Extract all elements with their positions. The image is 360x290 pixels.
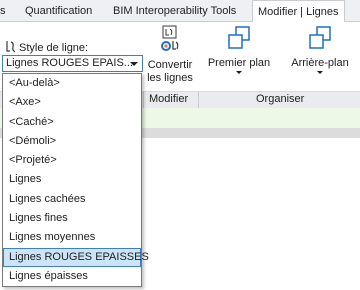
panel-divider	[198, 92, 199, 108]
option-projete[interactable]: <Projeté>	[3, 151, 141, 170]
send-to-back-label: Arrière-plan	[291, 57, 349, 69]
bring-to-front-label: Premier plan	[207, 57, 271, 69]
line-style-label: Style de ligne:	[5, 40, 88, 56]
option-lignes-fines[interactable]: Lignes fines	[3, 209, 141, 228]
ribbon-tab-bar: s Quantification BIM Interoperability To…	[0, 0, 360, 23]
chevron-down-icon[interactable]	[130, 62, 138, 66]
option-lignes-cachees[interactable]: Lignes cachées	[3, 190, 141, 209]
option-demoli[interactable]: <Démoli>	[3, 132, 141, 151]
send-to-back-icon	[287, 25, 353, 57]
convert-lines-button[interactable]: Convertir les lignes	[147, 25, 193, 85]
panel-divider	[143, 92, 144, 108]
chevron-down-icon[interactable]	[236, 71, 242, 74]
option-lignes-rouges-epaisses[interactable]: Lignes ROUGES EPAISSES	[3, 247, 149, 267]
line-style-dropdown[interactable]: Lignes ROUGES EPAIS...	[2, 55, 143, 72]
option-axe[interactable]: <Axe>	[3, 93, 141, 112]
convert-lines-label-1: Convertir	[147, 59, 193, 71]
option-lignes-moyennes[interactable]: Lignes moyennes	[3, 228, 141, 247]
chevron-down-icon[interactable]	[317, 71, 323, 74]
panel-label-organiser: Organiser	[256, 93, 305, 105]
line-style-options-list: <Au-delà> <Axe> <Caché> <Démoli> <Projet…	[2, 73, 149, 287]
line-style-current-value: Lignes ROUGES EPAIS...	[6, 57, 133, 69]
bring-to-front-icon	[207, 25, 271, 57]
line-style-icon	[5, 40, 17, 56]
option-lignes-epaisses[interactable]: Lignes épaisses	[3, 267, 141, 286]
send-to-back-button[interactable]: Arrière-plan	[287, 25, 353, 74]
convert-lines-icon	[147, 25, 193, 59]
option-cache[interactable]: <Caché>	[3, 113, 141, 132]
tab-quantification[interactable]: Quantification	[25, 0, 92, 22]
tab-bim-interoperability-tools[interactable]: BIM Interoperability Tools	[113, 0, 236, 22]
tab-partial[interactable]: s	[0, 0, 6, 22]
line-style-label-text: Style de ligne:	[19, 42, 89, 54]
panel-label-modifier: Modifier	[149, 93, 189, 105]
tab-modifier-lignes[interactable]: Modifier | Lignes	[252, 0, 345, 23]
option-lignes[interactable]: Lignes	[3, 170, 141, 189]
option-au-dela[interactable]: <Au-delà>	[3, 74, 141, 93]
bring-to-front-button[interactable]: Premier plan	[207, 25, 271, 74]
convert-lines-label-2: les lignes	[147, 72, 193, 84]
